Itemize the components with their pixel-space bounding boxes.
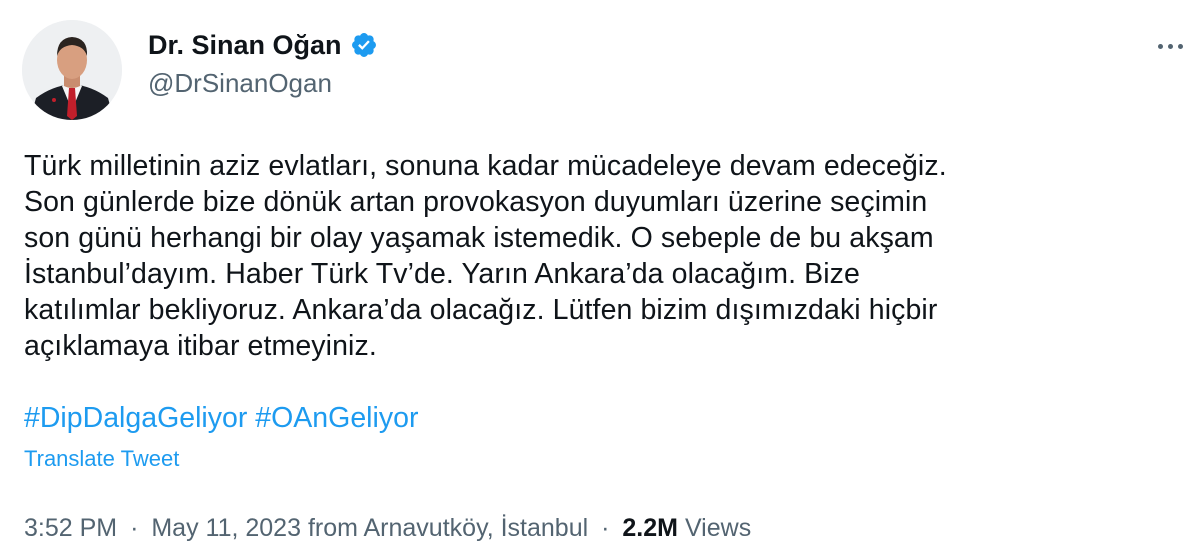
separator: · bbox=[601, 514, 610, 542]
separator: · bbox=[130, 514, 139, 542]
verified-badge-icon bbox=[350, 31, 378, 59]
author-display-name[interactable]: Dr. Sinan Oğan bbox=[148, 30, 342, 61]
author-name-row: Dr. Sinan Oğan bbox=[148, 28, 378, 62]
tweet-text-line: açıklamaya itibar etmeyiniz. bbox=[24, 330, 377, 362]
tweet-text-line: Türk milletinin aziz evlatları, sonuna k… bbox=[24, 150, 947, 182]
tweet-meta: 3:52 PM · May 11, 2023 from Arnavutköy, … bbox=[24, 514, 751, 543]
avatar[interactable] bbox=[22, 20, 122, 120]
tweet-text: Türk milletinin aziz evlatları, sonuna k… bbox=[24, 148, 1184, 364]
tweet-text-line: İstanbul’dayım. Haber Türk Tv’de. Yarın … bbox=[24, 258, 860, 290]
more-horizontal-icon bbox=[1155, 36, 1185, 54]
author-handle[interactable]: @DrSinanOgan bbox=[148, 68, 332, 99]
views-count: 2.2M bbox=[622, 514, 678, 542]
tweet-text-line: katılımlar bekliyoruz. Ankara’da olacağı… bbox=[24, 294, 938, 326]
tweet-time[interactable]: 3:52 PM bbox=[24, 514, 117, 542]
translate-tweet-link[interactable]: Translate Tweet bbox=[24, 446, 179, 472]
hashtag-link[interactable]: #OAnGeliyor bbox=[255, 402, 418, 434]
more-options-button[interactable] bbox=[1150, 30, 1190, 60]
tweet-date[interactable]: May 11, 2023 bbox=[151, 514, 301, 542]
avatar-image bbox=[22, 20, 122, 120]
tweet-location: from Arnavutköy, İstanbul bbox=[307, 514, 589, 542]
tweet-text-line: Son günlerde bize dönük artan provokasyo… bbox=[24, 186, 928, 218]
hashtag-row: #DipDalgaGeliyor #OAnGeliyor bbox=[24, 400, 418, 436]
hashtag-link[interactable]: #DipDalgaGeliyor bbox=[24, 402, 247, 434]
views-label: Views bbox=[684, 514, 752, 542]
tweet-text-line: son günü herhangi bir olay yaşamak istem… bbox=[24, 222, 934, 254]
tweet-card: Dr. Sinan Oğan @DrSinanOgan Türk milleti… bbox=[0, 0, 1200, 556]
